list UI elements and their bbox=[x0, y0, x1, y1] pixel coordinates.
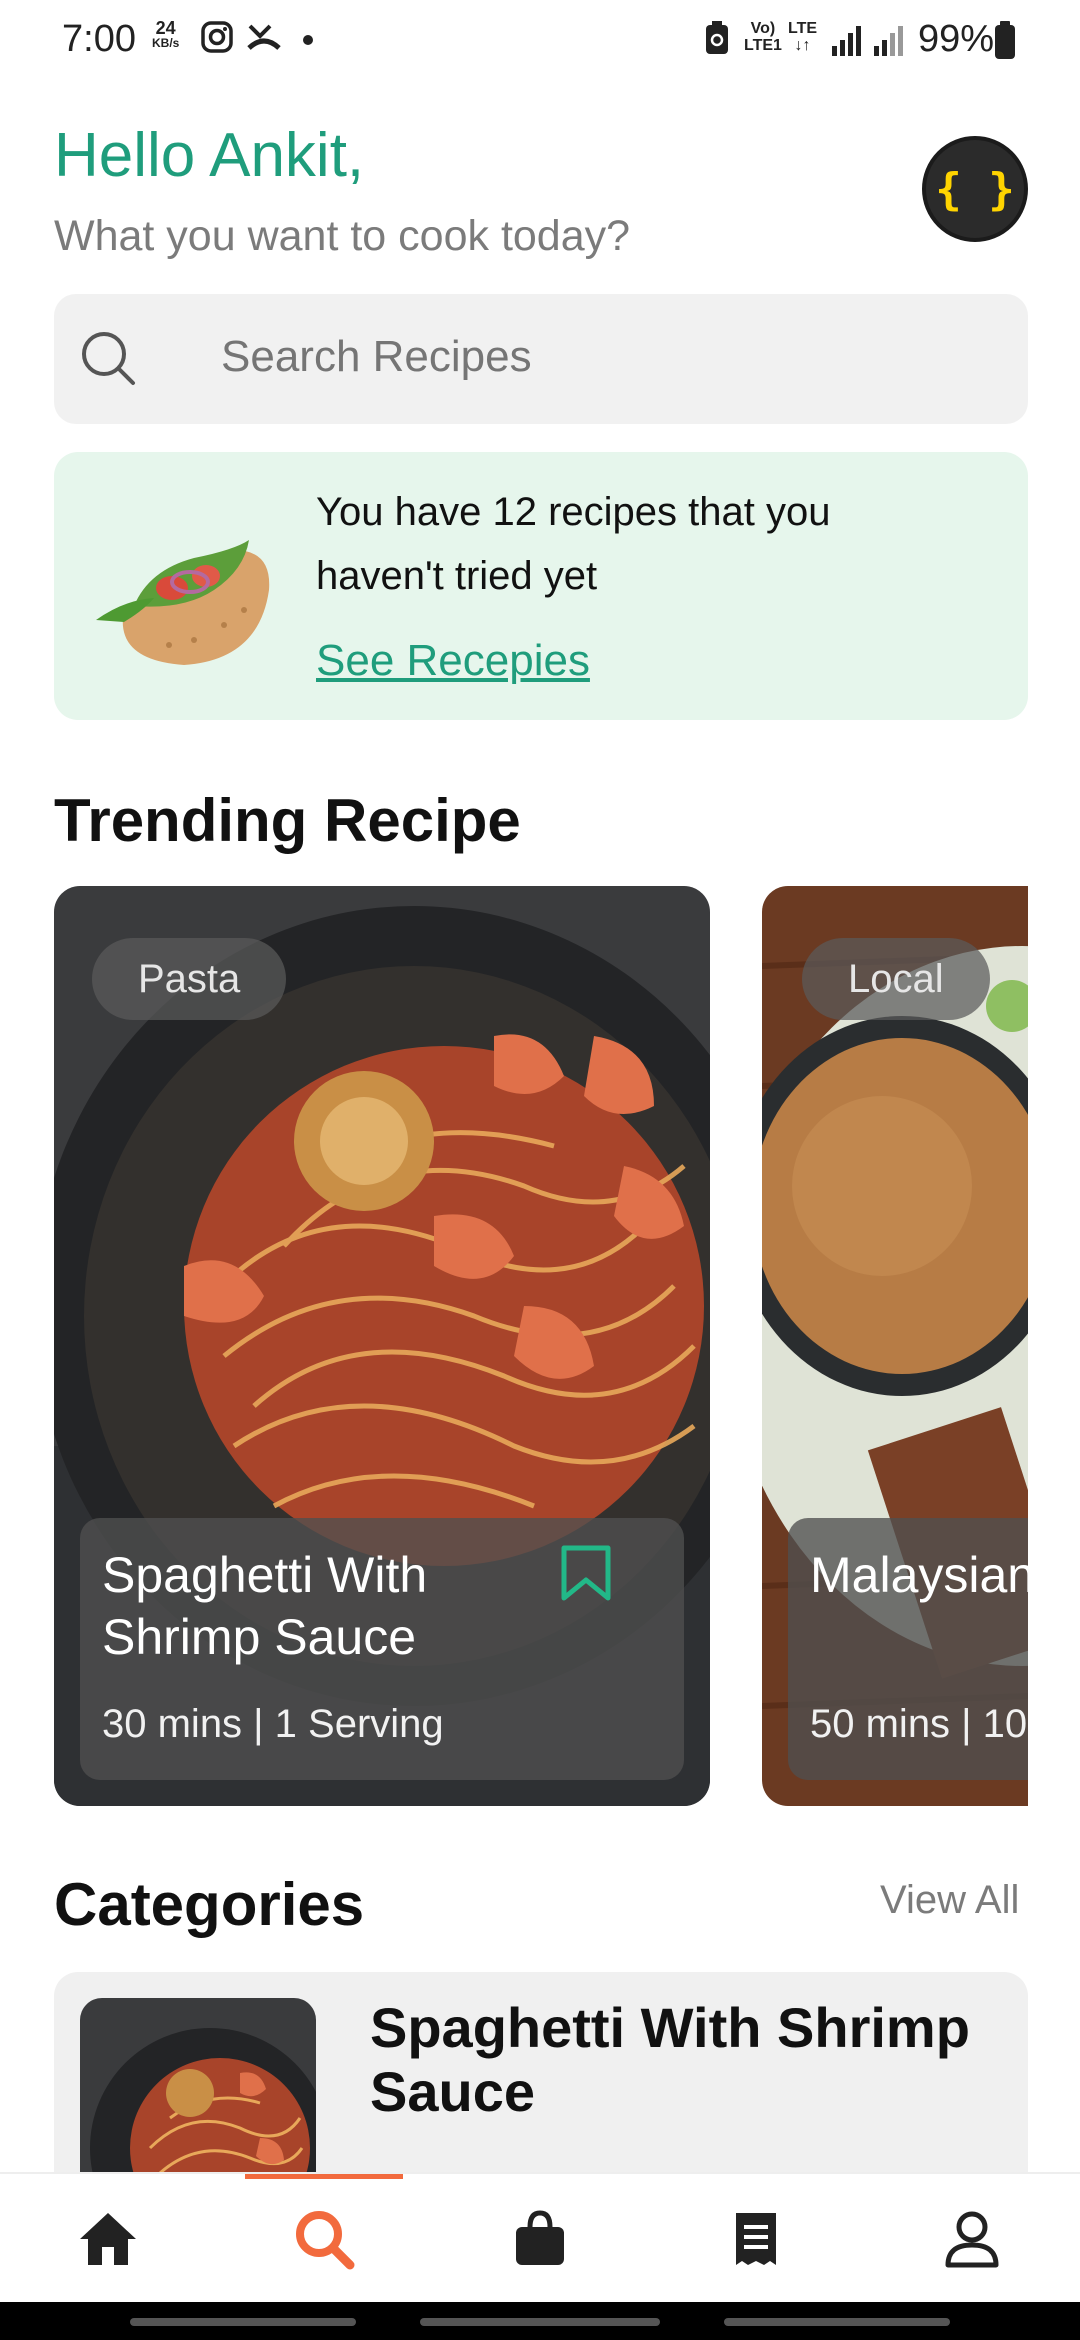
signal-icon-1 bbox=[832, 26, 861, 56]
receipt-icon bbox=[736, 2213, 776, 2265]
status-time: 7:00 bbox=[62, 18, 136, 60]
greeting-subtitle: What you want to cook today? bbox=[54, 212, 631, 260]
avatar[interactable]: { } bbox=[922, 136, 1028, 242]
nav-profile[interactable] bbox=[892, 2174, 1052, 2304]
see-recipes-link[interactable]: See Recepies bbox=[316, 636, 590, 686]
untried-recipes-banner: You have 12 recipes that you haven't tri… bbox=[54, 452, 1028, 720]
card-meta: 50 mins | 10 bbox=[810, 1702, 1028, 1746]
gesture-handle[interactable] bbox=[420, 2318, 660, 2326]
avatar-glyph: { } bbox=[935, 163, 1015, 215]
bottom-navigation bbox=[0, 2172, 1080, 2302]
gesture-handle[interactable] bbox=[130, 2318, 356, 2326]
card-title: Spaghetti With Shrimp Sauce bbox=[102, 1547, 428, 1665]
card-meta: 30 mins | 1 Serving bbox=[102, 1702, 444, 1746]
trending-card[interactable]: Pasta Spaghetti With Shrimp Sauce 30 min… bbox=[54, 886, 710, 1806]
system-navigation-bar bbox=[0, 2302, 1080, 2340]
trending-card[interactable]: Local Malaysian Chicken S 50 mins | 10 bbox=[762, 886, 1028, 1806]
category-tag: Pasta bbox=[92, 938, 287, 1020]
lte1-label: LTE1 bbox=[744, 37, 782, 54]
search-icon bbox=[296, 2211, 355, 2270]
net-speed-value: 24 bbox=[155, 18, 176, 38]
trending-section-title: Trending Recipe bbox=[54, 787, 521, 854]
net-speed-unit: KB/s bbox=[152, 36, 180, 50]
card-info-panel: Spaghetti With Shrimp Sauce 30 mins | 1 … bbox=[80, 1518, 684, 1780]
volte-label: Vo) bbox=[750, 20, 776, 37]
profile-icon bbox=[945, 2211, 999, 2268]
nav-home[interactable] bbox=[28, 2174, 188, 2304]
net-speed: 24 KB/s bbox=[152, 18, 180, 50]
card-title: Malaysian Chicken S bbox=[810, 1547, 1028, 1603]
greeting-title: Hello Ankit, bbox=[54, 121, 365, 190]
battery-saver-icon bbox=[706, 21, 728, 54]
category-tag: Local bbox=[802, 938, 990, 1020]
shopping-bag-icon bbox=[516, 2210, 564, 2265]
home-icon bbox=[80, 2213, 136, 2265]
app-screen: 7:00 24 KB/s Vo) LTE1 LTE ↓↑ 99% Hello A… bbox=[0, 0, 1080, 2340]
notification-dot-icon bbox=[303, 35, 313, 45]
search-input[interactable] bbox=[221, 332, 981, 382]
lte-indicator: LTE ↓↑ bbox=[788, 20, 817, 54]
volte-indicator: Vo) LTE1 bbox=[744, 20, 782, 54]
data-arrows-icon: ↓↑ bbox=[794, 37, 811, 54]
category-item-title: Spaghetti With Shrimp Sauce bbox=[370, 1996, 970, 2123]
bookmark-icon[interactable] bbox=[558, 1544, 614, 1604]
missed-call-icon bbox=[247, 24, 281, 50]
instagram-icon bbox=[201, 21, 233, 53]
banner-message: You have 12 recipes that you haven't tri… bbox=[316, 490, 831, 598]
nav-search[interactable] bbox=[244, 2174, 404, 2304]
categories-section-title: Categories bbox=[54, 1871, 365, 1938]
search-bar[interactable] bbox=[54, 294, 1028, 424]
card-info-panel: Malaysian Chicken S 50 mins | 10 bbox=[788, 1518, 1028, 1780]
view-all-link[interactable]: View All bbox=[880, 1878, 1019, 1923]
nav-shop[interactable] bbox=[460, 2174, 620, 2304]
status-bar: 7:00 24 KB/s Vo) LTE1 LTE ↓↑ 99% bbox=[0, 0, 1080, 80]
lte-label: LTE bbox=[788, 20, 818, 37]
battery-percent: 99% bbox=[918, 18, 995, 60]
search-icon bbox=[82, 332, 135, 385]
pita-wrap-illustration bbox=[96, 540, 270, 665]
signal-icon-2 bbox=[874, 26, 903, 56]
gesture-handle[interactable] bbox=[724, 2318, 950, 2326]
nav-receipts[interactable] bbox=[676, 2174, 836, 2304]
battery-icon bbox=[995, 21, 1015, 59]
